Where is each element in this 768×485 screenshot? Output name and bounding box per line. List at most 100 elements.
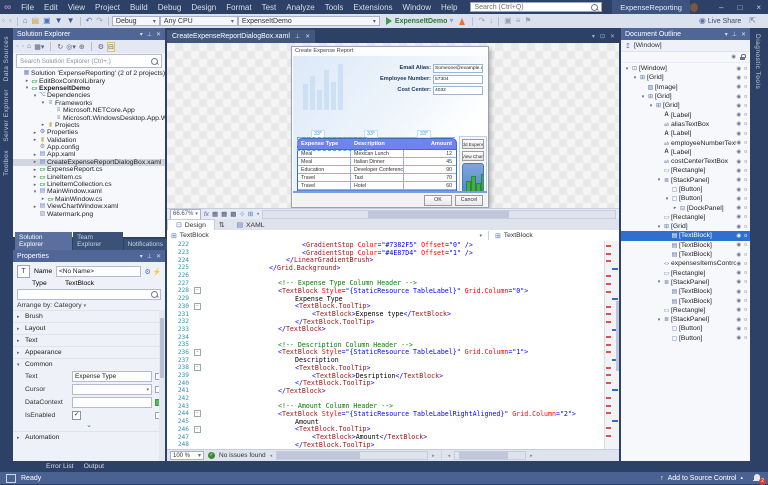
solution-item[interactable]: ▸C#LineItemCollection.cs xyxy=(13,181,165,188)
visibility-eye-icon[interactable]: ◉ xyxy=(736,121,741,127)
show-annotations-icon[interactable]: ⊞ xyxy=(248,210,253,218)
close-icon[interactable]: ✕ xyxy=(305,33,310,40)
dock-tab-notifications[interactable]: Notifications xyxy=(124,239,167,250)
lock-toggle-icon[interactable]: o xyxy=(744,131,747,137)
lock-toggle-icon[interactable]: o xyxy=(744,205,747,211)
outline-item[interactable]: ▾⊞[Grid]◉o xyxy=(621,222,750,231)
back-icon[interactable]: ◦ xyxy=(16,43,18,50)
navigate-back-icon[interactable]: ◦ xyxy=(2,16,5,26)
solution-item[interactable]: ▸▮Projects xyxy=(13,122,165,129)
lock-toggle-icon[interactable]: o xyxy=(744,121,747,127)
code-line[interactable]: 224</LinearGradientBrush> xyxy=(167,256,619,264)
outline-item[interactable]: abcostCenterTextBox◉o xyxy=(621,157,750,166)
menu-edit[interactable]: Edit xyxy=(39,3,63,12)
fold-icon[interactable]: − xyxy=(193,303,202,310)
side-tab-server-explorer[interactable]: Server Explorer xyxy=(3,89,10,142)
pop-out-icon[interactable]: ↥ xyxy=(625,42,631,50)
close-button[interactable]: × xyxy=(749,3,768,12)
arrange-by-label[interactable]: Arrange by: Category xyxy=(17,302,82,309)
menu-build[interactable]: Build xyxy=(125,3,153,12)
editor-pane2-hscrollbar[interactable] xyxy=(454,451,526,460)
column-header[interactable]: Amount xyxy=(404,141,454,147)
scroll-left-arrow[interactable]: ◂ xyxy=(270,453,273,459)
outline-item[interactable]: ▤[TextBlock]◉o xyxy=(621,296,750,305)
show-grid-icon[interactable]: ▦ xyxy=(212,210,218,218)
code-line[interactable]: 248</TextBlock.ToolTip> xyxy=(167,441,619,449)
solution-item[interactable]: ▸C#EditBoxControlLibrary xyxy=(13,77,165,84)
expense-row[interactable]: EducationDeveloper Conference90 xyxy=(298,166,456,174)
lock-toggle-icon[interactable]: o xyxy=(744,224,747,230)
sync-with-active-document-icon[interactable]: ⊕ xyxy=(79,43,85,51)
outline-item[interactable]: ▭[Rectangle]◉o xyxy=(621,213,750,222)
outline-item[interactable]: ▸⊟[DockPanel]◉o xyxy=(621,203,750,212)
outline-item[interactable]: ▾⊞[Grid]◉o xyxy=(621,92,750,101)
menu-debug[interactable]: Debug xyxy=(153,3,187,12)
column-header[interactable]: Description xyxy=(351,141,404,147)
code-line[interactable]: 244−<TextBlock Style="{StaticResource Ta… xyxy=(167,410,619,418)
quick-search-input[interactable]: Search (Ctrl+Q) xyxy=(470,2,602,12)
pin-icon[interactable]: ⊥ xyxy=(147,253,152,260)
swap-panes-icon[interactable]: ⇅ xyxy=(215,220,229,230)
scroll-right-arrow[interactable]: ▸ xyxy=(530,453,533,459)
category-appearance[interactable]: ▸Appearance xyxy=(13,346,165,358)
visibility-eye-icon[interactable]: ◉ xyxy=(736,187,741,193)
code-line[interactable]: 243<!-- Amount Column Header --> xyxy=(167,402,619,410)
visibility-eye-icon[interactable]: ◉ xyxy=(736,214,741,220)
editor-zoom-dropdown[interactable]: 100 %▾ xyxy=(170,451,204,460)
visibility-eye-icon[interactable]: ◉ xyxy=(736,149,741,155)
outline-item[interactable]: A[Label]◉o xyxy=(621,110,750,119)
debug-config-dropdown[interactable]: Debug▾ xyxy=(112,16,160,26)
outline-item[interactable]: ▢[Button]◉o xyxy=(621,324,750,333)
lock-toggle-icon[interactable]: o xyxy=(744,187,747,193)
datacontext-input[interactable] xyxy=(72,397,152,408)
open-file-icon[interactable]: ▣ xyxy=(43,16,51,26)
side-tab-diagnostic-tools[interactable]: Diagnostic Tools xyxy=(754,34,761,89)
code-line[interactable]: 223<GradientStop Color="#4E87D4" Offset=… xyxy=(167,249,619,257)
refresh-icon[interactable]: ↻ xyxy=(57,43,63,51)
lock-toggle-icon[interactable]: o xyxy=(744,94,747,100)
solution-item[interactable]: ≡Microsoft.NETCore.App xyxy=(13,107,165,114)
scroll-left-arrow[interactable]: ◂ xyxy=(448,453,451,459)
lock-toggle-icon[interactable]: o xyxy=(744,317,747,323)
view-chart-button[interactable]: View Chart xyxy=(462,151,484,161)
find-icon[interactable]: ▣ xyxy=(504,16,512,26)
isenabled-checkbox[interactable]: ✓ xyxy=(72,411,81,420)
fold-icon[interactable]: − xyxy=(193,349,202,356)
code-line[interactable]: 234 xyxy=(167,333,619,341)
editor-vscrollbar[interactable] xyxy=(604,241,620,449)
run-icon[interactable] xyxy=(386,17,392,25)
maximize-button[interactable]: □ xyxy=(730,3,749,12)
properties-scrollbar[interactable] xyxy=(159,310,165,461)
category-automation[interactable]: ▸Automation xyxy=(13,431,165,443)
solution-item[interactable]: ▸C#MainWindow.cs xyxy=(13,196,165,203)
save-all-icon[interactable]: ▼ xyxy=(67,16,75,26)
fold-icon[interactable]: − xyxy=(193,364,202,371)
designer-hscrollbar[interactable] xyxy=(262,210,616,219)
dock-tab-solution-explorer[interactable]: Solution Explorer xyxy=(15,232,72,250)
fold-icon[interactable]: − xyxy=(193,410,202,417)
float-icon[interactable]: ⊡ xyxy=(600,33,605,40)
lock-toggle-icon[interactable]: o xyxy=(744,261,747,267)
code-line[interactable]: 232</TextBlock.ToolTip> xyxy=(167,318,619,326)
avatar[interactable] xyxy=(690,3,698,12)
close-icon[interactable]: ✕ xyxy=(741,31,746,38)
menu-view[interactable]: View xyxy=(63,3,90,12)
visibility-eye-icon[interactable]: ◉ xyxy=(736,196,741,202)
lock-toggle-icon[interactable]: o xyxy=(744,75,747,81)
outline-item[interactable]: ▤[TextBlock]◉o xyxy=(621,250,750,259)
grid-column-width-label[interactable]: 33* xyxy=(311,130,325,138)
lock-toggle-icon[interactable]: o xyxy=(744,335,747,341)
close-icon[interactable]: ✕ xyxy=(156,253,161,260)
switch-views-icon[interactable]: ▦▾ xyxy=(34,43,44,51)
visibility-eye-icon[interactable]: ◉ xyxy=(736,66,741,72)
solution-item[interactable]: ▸⚙Properties xyxy=(13,129,165,136)
visibility-eye-icon[interactable]: ◉ xyxy=(736,224,741,230)
cancel-button[interactable]: Cancel xyxy=(455,195,483,206)
outline-item[interactable]: ▾≣[StackPanel]◉o xyxy=(621,315,750,324)
field-input[interactable]: 4032 xyxy=(433,86,483,95)
lock-toggle-icon[interactable]: o xyxy=(744,289,747,295)
lock-toggle-icon[interactable]: o xyxy=(744,279,747,285)
code-line[interactable]: 231<TextBlock>Expense type</TextBlock> xyxy=(167,310,619,318)
code-line[interactable]: 225</Grid.Background> xyxy=(167,264,619,272)
menu-analyze[interactable]: Analyze xyxy=(281,3,319,12)
